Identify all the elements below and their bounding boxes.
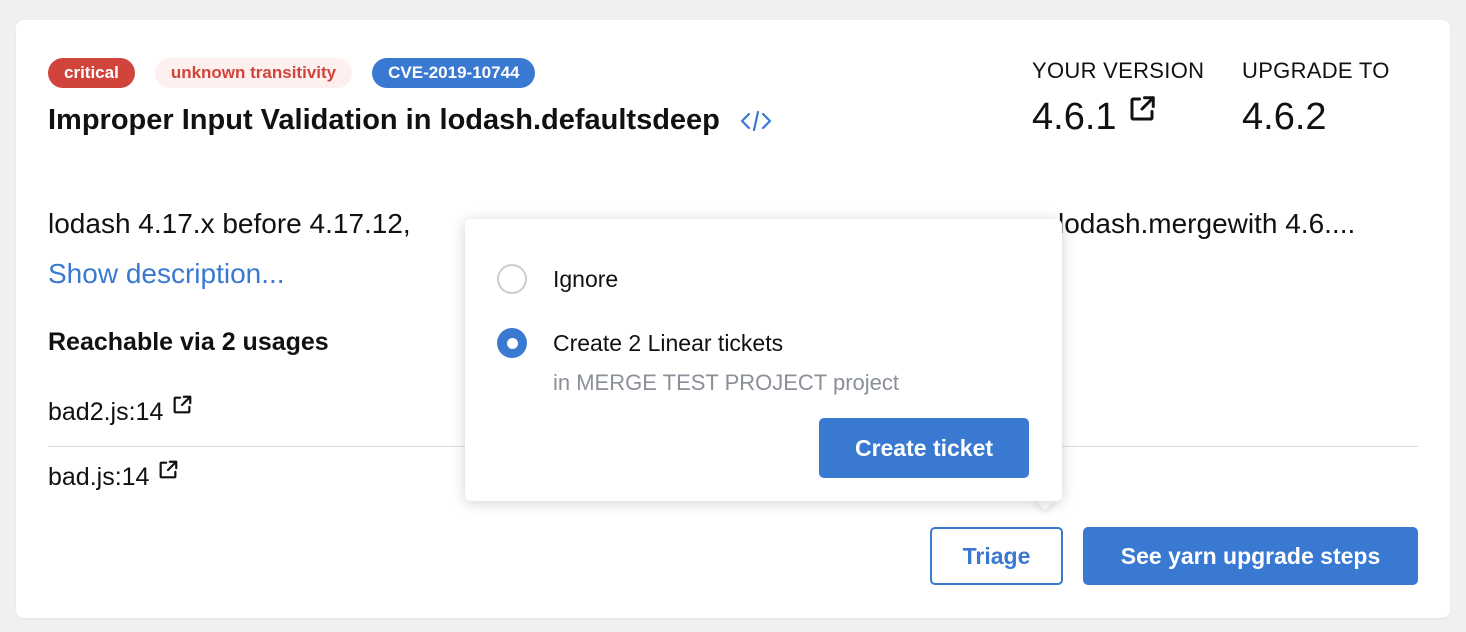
- reachability-title: Reachable via 2 usages: [48, 328, 329, 356]
- external-link-icon[interactable]: [1127, 91, 1157, 134]
- cve-badge[interactable]: CVE-2019-10744: [372, 58, 536, 88]
- external-link-icon[interactable]: [171, 394, 193, 423]
- triage-button[interactable]: Triage: [930, 527, 1063, 585]
- triage-popover: Ignore Create 2 Linear tickets in MERGE …: [465, 219, 1062, 501]
- severity-badge: critical: [48, 58, 135, 88]
- upgrade-version-block: UPGRADE TO 4.6.2: [1242, 58, 1390, 139]
- option-ignore-label: Ignore: [553, 266, 619, 292]
- radio-create-tickets[interactable]: [497, 328, 527, 358]
- code-icon[interactable]: [740, 109, 772, 133]
- upgrade-steps-button[interactable]: See yarn upgrade steps: [1083, 527, 1418, 585]
- radio-ignore[interactable]: [497, 264, 527, 294]
- external-link-icon[interactable]: [157, 459, 179, 488]
- badge-row: critical unknown transitivity CVE-2019-1…: [48, 58, 536, 88]
- description-text-right: lodash.mergewith 4.6....: [1058, 208, 1356, 239]
- upgrade-version-label: UPGRADE TO: [1242, 58, 1390, 83]
- current-version-value-row: 4.6.1: [1032, 96, 1204, 139]
- current-version-block: YOUR VERSION 4.6.1: [1032, 58, 1204, 139]
- create-ticket-button[interactable]: Create ticket: [819, 418, 1029, 478]
- description-text-left: lodash 4.17.x before 4.17.12,: [48, 208, 411, 239]
- option-create-tickets-label: Create 2 Linear tickets: [553, 330, 784, 356]
- title-row: Improper Input Validation in lodash.defa…: [48, 104, 772, 137]
- usage-location: bad2.js:14: [48, 398, 164, 426]
- option-create-tickets-text: Create 2 Linear tickets in MERGE TEST PR…: [553, 328, 899, 398]
- transitivity-badge: unknown transitivity: [154, 58, 353, 88]
- usage-item[interactable]: bad.js:14: [48, 460, 179, 492]
- option-create-tickets-sublabel: in MERGE TEST PROJECT project: [553, 370, 899, 395]
- usage-item[interactable]: bad2.js:14: [48, 395, 193, 427]
- show-description-link[interactable]: Show description...: [48, 258, 285, 290]
- upgrade-version-value: 4.6.2: [1242, 96, 1327, 138]
- vulnerability-title: Improper Input Validation in lodash.defa…: [48, 104, 720, 136]
- current-version-value: 4.6.1: [1032, 96, 1117, 138]
- current-version-label: YOUR VERSION: [1032, 58, 1205, 83]
- option-create-tickets[interactable]: Create 2 Linear tickets in MERGE TEST PR…: [497, 328, 899, 398]
- option-ignore[interactable]: Ignore: [497, 264, 618, 294]
- usage-location: bad.js:14: [48, 463, 150, 491]
